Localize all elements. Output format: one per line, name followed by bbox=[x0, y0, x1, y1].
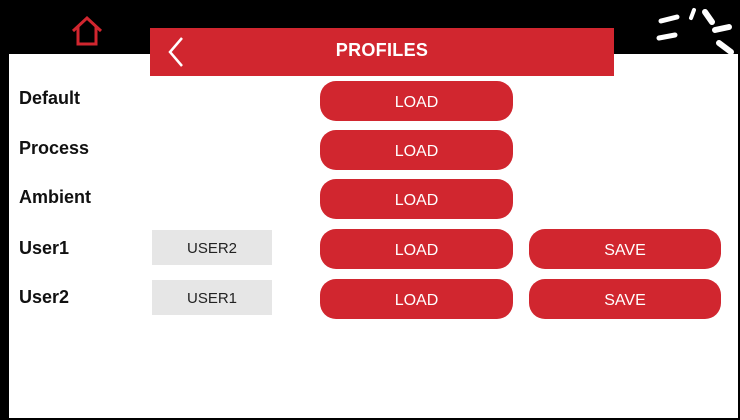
profile-label-process: Process bbox=[19, 138, 90, 158]
profile-label-user1: User1 bbox=[19, 238, 70, 258]
profile-label-user2: User2 bbox=[19, 287, 70, 307]
load-button-ambient[interactable]: LOAD bbox=[320, 179, 513, 219]
home-button[interactable] bbox=[67, 14, 107, 48]
home-icon bbox=[71, 15, 103, 46]
profile-label-default: Default bbox=[19, 88, 81, 108]
profile-name-field-user2[interactable]: USER1 bbox=[152, 280, 272, 315]
load-button-default[interactable]: LOAD bbox=[320, 81, 513, 121]
save-button-user1[interactable]: SAVE bbox=[529, 229, 721, 269]
page-title: PROFILES bbox=[335, 40, 429, 60]
title-bar: PROFILES bbox=[150, 28, 614, 76]
profile-label-ambient: Ambient bbox=[19, 187, 91, 207]
loading-spinner-icon bbox=[656, 8, 734, 55]
profile-name-field-user1[interactable]: USER2 bbox=[152, 230, 272, 265]
load-button-process[interactable]: LOAD bbox=[320, 130, 513, 170]
load-button-user1[interactable]: LOAD bbox=[320, 229, 513, 269]
save-button-user2[interactable]: SAVE bbox=[529, 279, 721, 319]
load-button-user2[interactable]: LOAD bbox=[320, 279, 513, 319]
